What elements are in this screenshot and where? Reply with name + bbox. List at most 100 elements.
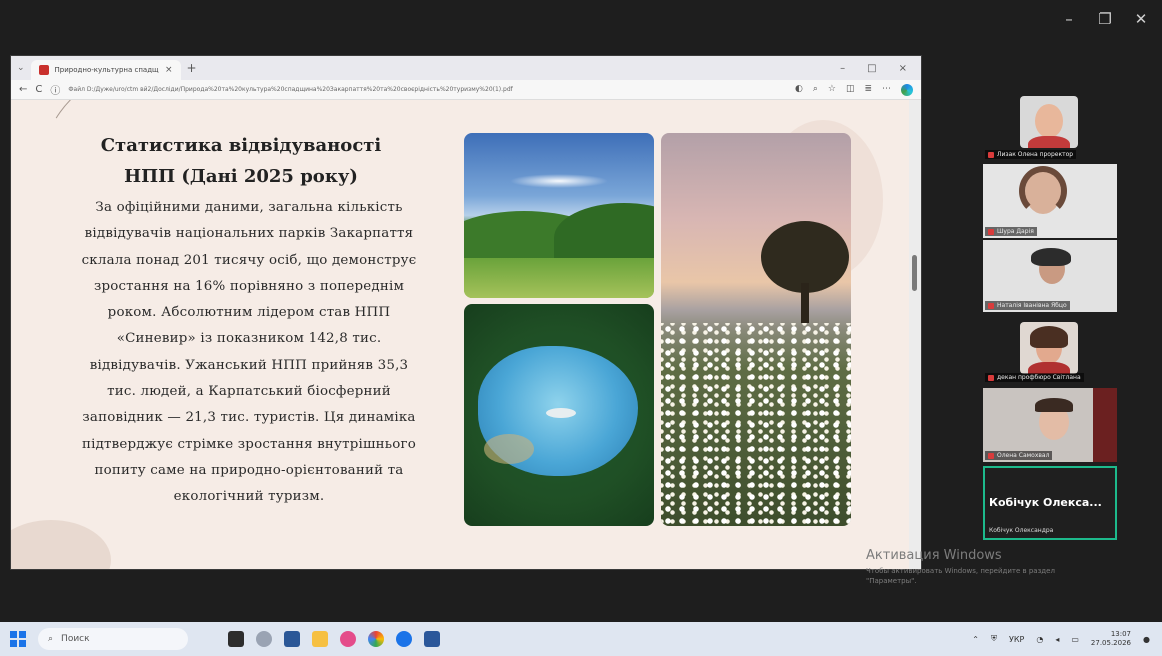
new-tab-button[interactable]: + — [187, 61, 197, 75]
tree-trunk-shape — [801, 283, 809, 323]
chrome-icon[interactable] — [368, 631, 384, 647]
watermark-line: "Параметры". — [866, 577, 917, 585]
avatar — [1020, 322, 1078, 374]
restore-icon[interactable]: ❐ — [1098, 10, 1112, 28]
pdf-slide: Статистика відвідуваності НПП (Дані 2025… — [11, 100, 921, 569]
participant-name: декан профбюро Світлана — [997, 374, 1081, 381]
volume-icon[interactable]: ◂ — [1055, 635, 1059, 644]
participant-tile[interactable]: Лизак Олена проректор — [983, 96, 1117, 159]
body-line: За офіційними даними, загальна кількість — [95, 200, 403, 215]
body-line: підтверджує стрімке зростання внутрішньо… — [81, 436, 416, 452]
meet-icon[interactable] — [396, 631, 412, 647]
wifi-icon[interactable]: ◔ — [1036, 635, 1043, 644]
flower-field — [661, 323, 851, 526]
widgets-icon[interactable] — [228, 631, 244, 647]
read-aloud-icon[interactable]: ◐ — [795, 84, 803, 96]
photo-mountain-meadow — [464, 133, 654, 298]
tab-pdf[interactable]: Природно-культурна спадщ × — [30, 60, 181, 80]
minimize-icon[interactable]: – — [1062, 10, 1076, 28]
body-line: заповідник — 21,3 тис. туристів. Ця дина… — [82, 410, 416, 426]
file-explorer-icon[interactable] — [312, 631, 328, 647]
tab-actions-icon[interactable]: ⌄ — [17, 63, 25, 73]
battery-icon[interactable]: ▭ — [1071, 635, 1079, 644]
photo-narcissus-valley — [661, 133, 851, 526]
shirt-shape — [1028, 136, 1070, 148]
participant-name-bar: Шура Дарія — [985, 227, 1037, 236]
mic-off-icon — [988, 151, 994, 158]
mic-off-icon — [988, 452, 994, 459]
hair-shape — [1030, 326, 1068, 348]
start-button[interactable] — [10, 631, 26, 647]
reload-icon[interactable]: C — [35, 84, 42, 95]
meeting-window-controls: – ❐ ✕ — [1062, 10, 1148, 28]
clock-time: 13:07 — [1110, 630, 1132, 638]
start-tile — [19, 640, 26, 647]
active-speaker-tile[interactable]: Кобічук Олекса... Кобічук Олександра — [983, 466, 1117, 540]
slide-title-line: Статистика відвідуваності — [100, 135, 382, 156]
participant-name-bar: Олена Самохвал — [985, 451, 1053, 460]
chevron-up-icon[interactable]: ⌃ — [972, 635, 979, 644]
island-shape — [546, 408, 576, 418]
watermark-title: Активация Windows — [866, 548, 1002, 563]
body-line: склала понад 201 тисячу осіб, що демонст… — [81, 252, 417, 268]
watermark-line: Чтобы активировать Windows, перейдите в … — [866, 567, 1055, 575]
hair-shape — [1019, 166, 1067, 216]
slide-title: Статистика відвідуваності НПП (Дані 2025… — [51, 130, 431, 192]
back-icon[interactable]: ← — [19, 84, 27, 95]
mic-off-icon — [988, 228, 994, 235]
copilot-icon[interactable] — [901, 83, 913, 96]
paint-icon[interactable] — [340, 631, 356, 647]
notification-icon[interactable]: ● — [1143, 635, 1150, 644]
clock[interactable]: 13:07 27.05.2026 — [1091, 630, 1131, 648]
url-field[interactable]: Файл D:/Дуже/uro/ctm вй2/Досліди/Природа… — [68, 86, 787, 93]
scroll-thumb[interactable] — [912, 255, 917, 291]
participant-name: Лизак Олена проректор — [997, 151, 1074, 158]
mic-off-icon — [988, 302, 994, 309]
participant-tile[interactable]: Шура Дарія — [983, 164, 1117, 238]
collections-icon[interactable]: ≣ — [864, 84, 872, 96]
tab-title: Природно-культурна спадщ — [54, 66, 159, 74]
security-icon[interactable]: ⛨ — [991, 634, 997, 644]
face-shape — [1035, 104, 1063, 138]
body-line: «Синевир» із показником 142,8 тис. — [116, 331, 382, 347]
participant-name-bar: Лизак Олена проректор — [985, 150, 1077, 159]
browser-minimize-icon[interactable]: – — [840, 63, 845, 74]
body-line: відвідувачів. Ужанський НПП прийняв 35,3 — [89, 357, 409, 373]
zoom-icon[interactable]: ⌕ — [813, 84, 818, 96]
language-indicator[interactable]: УКР — [1009, 635, 1024, 644]
participant-tile[interactable]: Олена Самохвал — [983, 388, 1117, 462]
start-tile — [10, 631, 17, 638]
browser-tabbar: ⌄ Природно-культурна спадщ × + – □ × — [11, 56, 921, 80]
body-line: попиту саме на природно-орієнтований та — [94, 462, 404, 478]
taskbar: ⌕ Поиск ⌃ ⛨ УКР ◔ ◂ ▭ 13:07 27.05.2026 ● — [0, 622, 1162, 656]
body-line: роком. Абсолютним лідером став НПП — [107, 305, 391, 321]
address-actions: ◐ ⌕ ☆ ◫ ≣ ⋯ — [795, 83, 913, 96]
clock-date: 27.05.2026 — [1090, 639, 1132, 647]
background-panel — [1093, 388, 1117, 462]
store-icon[interactable] — [284, 631, 300, 647]
favorite-icon[interactable]: ☆ — [828, 84, 836, 96]
participant-name: Олена Самохвал — [997, 452, 1050, 459]
close-icon[interactable]: ✕ — [1134, 10, 1148, 28]
body-line: екологічний туризм. — [173, 489, 325, 505]
split-screen-icon[interactable]: ◫ — [846, 84, 855, 96]
taskbar-apps — [228, 631, 440, 647]
slide-body: За офіційними даними, загальна кількість… — [33, 195, 465, 511]
browser-close-icon[interactable]: × — [899, 63, 907, 74]
participant-tile[interactable]: Наталія Іванівна Ябцо — [983, 240, 1117, 312]
shared-browser-window: ⌄ Природно-культурна спадщ × + – □ × ← C… — [10, 55, 922, 570]
copilot-app-icon[interactable] — [256, 631, 272, 647]
taskbar-search[interactable]: ⌕ Поиск — [38, 628, 188, 650]
word-icon[interactable] — [424, 631, 440, 647]
browser-restore-icon[interactable]: □ — [867, 63, 876, 74]
tab-close-icon[interactable]: × — [165, 65, 173, 75]
more-icon[interactable]: ⋯ — [882, 84, 891, 96]
shore-shape — [484, 434, 534, 464]
windows-activation-watermark: Активация Windows Чтобы активировать Win… — [866, 548, 1055, 586]
participant-tile[interactable]: декан профбюро Світлана — [983, 322, 1117, 384]
decorative-blob — [11, 520, 111, 569]
hair-shape — [1035, 398, 1073, 412]
vertical-scrollbar[interactable] — [909, 100, 921, 569]
hair-shape — [1031, 248, 1071, 266]
start-tile — [19, 631, 26, 638]
